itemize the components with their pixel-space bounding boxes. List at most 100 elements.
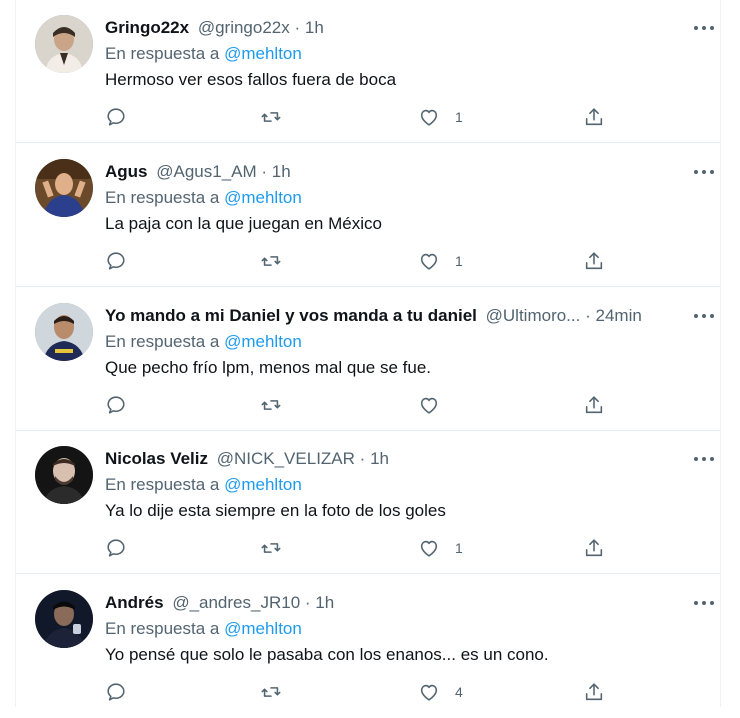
- share-button[interactable]: [583, 392, 605, 418]
- reply-icon: [107, 252, 125, 270]
- reply-button[interactable]: [105, 392, 127, 418]
- reply-button[interactable]: [105, 248, 127, 274]
- like-count: 1: [455, 253, 463, 269]
- more-options-icon: [694, 170, 714, 174]
- retweet-icon: [261, 256, 281, 266]
- like-count: 1: [455, 109, 463, 125]
- tweet-header: Nicolas Veliz @NICK_VELIZAR · 1h: [105, 446, 700, 472]
- tweet-text: Yo pensé que solo le pasaba con los enan…: [105, 645, 549, 664]
- replies-feed: Gringo22x @gringo22x · 1h En respuesta a…: [15, 0, 721, 707]
- reply-to-link[interactable]: @mehlton: [224, 332, 302, 351]
- tweet-content: Agus @Agus1_AM · 1h En respuesta a @mehl…: [105, 159, 700, 237]
- more-options-button[interactable]: [692, 453, 716, 465]
- more-options-button[interactable]: [692, 310, 716, 322]
- display-name[interactable]: Nicolas Veliz: [105, 449, 208, 468]
- tweet-text: La paja con la que juegan en México: [105, 214, 382, 233]
- reply-icon: [107, 108, 125, 126]
- reply-to-link[interactable]: @mehlton: [224, 188, 302, 207]
- retweet-button[interactable]: [260, 679, 282, 705]
- timestamp[interactable]: 1h: [370, 449, 389, 468]
- more-options-button[interactable]: [692, 597, 716, 609]
- share-icon: [585, 252, 603, 270]
- share-button[interactable]: [583, 104, 605, 130]
- tweet[interactable]: Nicolas Veliz @NICK_VELIZAR · 1h En resp…: [16, 431, 720, 574]
- tweet-header: Gringo22x @gringo22x · 1h: [105, 15, 700, 41]
- like-button[interactable]: 1: [418, 104, 463, 130]
- separator-dot: ·: [359, 449, 366, 468]
- reply-to-link[interactable]: @mehlton: [224, 44, 302, 63]
- tweet[interactable]: Gringo22x @gringo22x · 1h En respuesta a…: [16, 0, 720, 143]
- tweet-actions: 4: [105, 679, 625, 705]
- reply-icon: [107, 683, 125, 701]
- reply-button[interactable]: [105, 679, 127, 705]
- tweet-actions: [105, 392, 625, 418]
- user-handle[interactable]: @NICK_VELIZAR: [217, 449, 355, 468]
- avatar[interactable]: [35, 590, 93, 648]
- like-button[interactable]: 4: [418, 679, 463, 705]
- tweet-content: Yo mando a mi Daniel y vos manda a tu da…: [105, 303, 700, 381]
- timestamp[interactable]: 1h: [305, 18, 324, 37]
- reply-prefix: En respuesta a: [105, 332, 220, 351]
- heart-icon: [420, 109, 438, 126]
- more-options-button[interactable]: [692, 22, 716, 34]
- like-count: 4: [455, 684, 463, 700]
- avatar[interactable]: [35, 303, 93, 361]
- user-handle[interactable]: @Ultimoro...: [486, 306, 581, 325]
- reply-button[interactable]: [105, 104, 127, 130]
- display-name[interactable]: Yo mando a mi Daniel y vos manda a tu da…: [105, 306, 477, 325]
- tweet-header: Agus @Agus1_AM · 1h: [105, 159, 700, 185]
- tweet-text: Ya lo dije esta siempre en la foto de lo…: [105, 501, 446, 520]
- like-button[interactable]: [418, 392, 455, 418]
- display-name[interactable]: Gringo22x: [105, 18, 189, 37]
- retweet-button[interactable]: [260, 104, 282, 130]
- retweet-button[interactable]: [260, 392, 282, 418]
- share-button[interactable]: [583, 535, 605, 561]
- heart-icon: [420, 684, 438, 701]
- avatar[interactable]: [35, 159, 93, 217]
- retweet-icon: [261, 112, 281, 122]
- retweet-button[interactable]: [260, 248, 282, 274]
- heart-icon: [420, 253, 438, 270]
- reply-to-link[interactable]: @mehlton: [224, 619, 302, 638]
- user-handle[interactable]: @Agus1_AM: [156, 162, 256, 181]
- share-button[interactable]: [583, 248, 605, 274]
- timestamp[interactable]: 1h: [272, 162, 291, 181]
- tweet-header: Andrés @_andres_JR10 · 1h: [105, 590, 700, 616]
- display-name[interactable]: Agus: [105, 162, 148, 181]
- avatar[interactable]: [35, 15, 93, 73]
- timestamp[interactable]: 24min: [596, 306, 642, 325]
- tweet[interactable]: Agus @Agus1_AM · 1h En respuesta a @mehl…: [16, 144, 720, 287]
- share-icon: [585, 539, 603, 557]
- like-count: 1: [455, 540, 463, 556]
- tweet[interactable]: Yo mando a mi Daniel y vos manda a tu da…: [16, 288, 720, 431]
- heart-icon: [420, 397, 438, 414]
- user-handle[interactable]: @gringo22x: [198, 18, 290, 37]
- separator-dot: ·: [304, 593, 311, 612]
- separator-dot: ·: [585, 306, 591, 325]
- share-icon: [585, 683, 603, 701]
- tweet[interactable]: Andrés @_andres_JR10 · 1h En respuesta a…: [16, 575, 720, 718]
- user-handle[interactable]: @_andres_JR10: [172, 593, 300, 612]
- reply-context: En respuesta a @mehlton: [105, 329, 700, 355]
- like-button[interactable]: 1: [418, 248, 463, 274]
- retweet-icon: [261, 687, 281, 697]
- more-options-button[interactable]: [692, 166, 716, 178]
- tweet-content: Nicolas Veliz @NICK_VELIZAR · 1h En resp…: [105, 446, 700, 524]
- more-options-icon: [694, 314, 714, 318]
- separator-dot: ·: [261, 162, 268, 181]
- reply-context: En respuesta a @mehlton: [105, 185, 700, 211]
- timestamp[interactable]: 1h: [315, 593, 334, 612]
- tweet-actions: 1: [105, 104, 625, 130]
- retweet-button[interactable]: [260, 535, 282, 561]
- display-name[interactable]: Andrés: [105, 593, 164, 612]
- tweet-content: Gringo22x @gringo22x · 1h En respuesta a…: [105, 15, 700, 93]
- like-button[interactable]: 1: [418, 535, 463, 561]
- reply-prefix: En respuesta a: [105, 619, 220, 638]
- heart-icon: [420, 540, 438, 557]
- reply-to-link[interactable]: @mehlton: [224, 475, 302, 494]
- avatar[interactable]: [35, 446, 93, 504]
- tweet-header: Yo mando a mi Daniel y vos manda a tu da…: [105, 303, 700, 329]
- share-button[interactable]: [583, 679, 605, 705]
- reply-button[interactable]: [105, 535, 127, 561]
- retweet-icon: [261, 543, 281, 553]
